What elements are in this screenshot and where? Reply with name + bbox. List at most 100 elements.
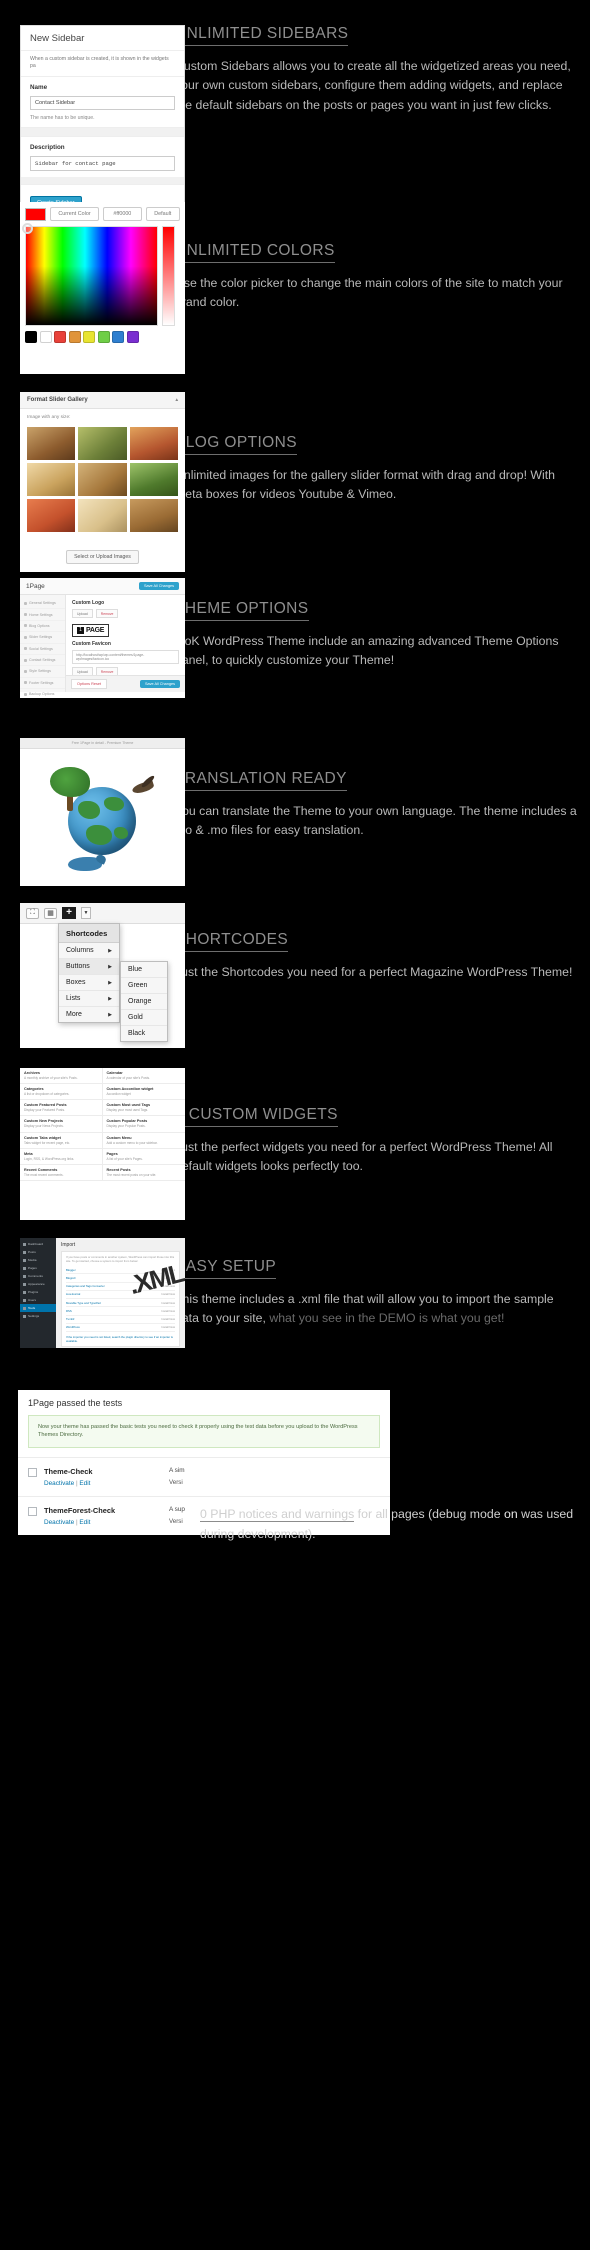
sidebar-item-blog-options[interactable]: Blog Options (20, 621, 65, 633)
hue-slider[interactable] (162, 226, 175, 326)
submenu-item-blue[interactable]: Blue (121, 962, 167, 978)
wp-sidebar-item-pages[interactable]: Pages (20, 1264, 56, 1272)
widget-cell[interactable]: Recent Posts The most recent posts on you… (102, 1165, 185, 1182)
import-source-name[interactable]: LiveJournal (66, 1292, 80, 1296)
import-row[interactable]: WordPress Install Now (66, 1324, 175, 1332)
gallery-thumb[interactable] (27, 498, 76, 532)
import-row[interactable]: Movable Type and TypePad Install Now (66, 1299, 175, 1308)
save-all-changes-button[interactable]: Save All Changes (140, 680, 180, 688)
widget-cell[interactable]: Archives A monthly archive of your site's… (20, 1068, 103, 1085)
menu-item-boxes[interactable]: Boxes ▶ (59, 975, 119, 991)
widget-cell[interactable]: Calendar A calendar of your site's Posts. (102, 1068, 185, 1085)
wp-sidebar-item-comments[interactable]: Comments (20, 1272, 56, 1280)
swatch-blue[interactable] (112, 331, 124, 343)
submenu-item-orange[interactable]: Orange (121, 994, 167, 1010)
widget-cell[interactable]: Custom Tabs widget Tabs widget for recent… (20, 1132, 103, 1149)
color-cursor-ring[interactable] (22, 223, 33, 234)
current-color-swatch[interactable] (25, 207, 46, 221)
import-source-name[interactable]: Movable Type and TypePad (66, 1301, 101, 1305)
widget-cell[interactable]: Custom Most used Tags Display your most u… (102, 1100, 185, 1117)
import-source-name[interactable]: Tumblr (66, 1317, 75, 1321)
gallery-thumb[interactable] (129, 498, 178, 532)
plugin-checkbox[interactable] (28, 1506, 37, 1516)
gallery-thumb[interactable] (129, 426, 178, 460)
edit-link[interactable]: Edit (79, 1480, 90, 1487)
wp-sidebar-item-settings[interactable]: Settings (20, 1312, 56, 1320)
import-source-name[interactable]: Blogroll (66, 1276, 75, 1280)
import-source-name[interactable]: Categories and Tags Converter (66, 1284, 105, 1288)
import-source-name[interactable]: RSS (66, 1309, 72, 1313)
widget-cell[interactable]: Meta Login, RSS, & WordPress.org links. (20, 1148, 103, 1165)
sidebar-item-home-settings[interactable]: Home Settings (20, 609, 65, 621)
gallery-thumb[interactable] (129, 462, 178, 496)
wp-sidebar-item-tools[interactable]: Tools (20, 1304, 56, 1312)
default-color-button[interactable]: Default (145, 207, 180, 221)
wp-sidebar-item-posts[interactable]: Posts (20, 1248, 56, 1256)
wp-sidebar-item-plugins[interactable]: Plugins (20, 1288, 56, 1296)
gallery-thumb[interactable] (27, 462, 76, 496)
swatch-green[interactable] (97, 331, 110, 343)
hex-value-field[interactable]: #ff0000 (103, 207, 142, 221)
menu-item-buttons[interactable]: Buttons ▶ (59, 959, 119, 975)
fullscreen-icon[interactable]: ⛶ (26, 907, 39, 919)
menu-item-lists[interactable]: Lists ▶ (59, 991, 119, 1007)
add-shortcode-icon[interactable]: + (62, 907, 76, 919)
widget-cell[interactable]: Custom Featured Posts Display your Featur… (20, 1100, 103, 1117)
submenu-item-gold[interactable]: Gold (121, 1010, 167, 1026)
wp-sidebar-item-media[interactable]: Media (20, 1256, 56, 1264)
color-saturation-canvas[interactable] (22, 223, 158, 326)
name-input[interactable]: Contact Sidebar (30, 95, 175, 110)
widget-cell[interactable]: Custom Accordion widget Accordion widget (102, 1084, 185, 1101)
remove-logo-button[interactable]: Remove (95, 609, 119, 618)
swatch-white[interactable] (39, 331, 52, 343)
favicon-url-input[interactable]: http://localhost/wp/wp-content/themes/1p… (72, 650, 179, 664)
wp-sidebar-item-users[interactable]: Users (20, 1296, 56, 1304)
import-row[interactable]: RSS Install Now (66, 1307, 175, 1316)
deactivate-link[interactable]: Deactivate (44, 1519, 74, 1526)
options-reset-button[interactable]: Options Reset (71, 679, 108, 689)
save-all-changes-button-top[interactable]: Save All Changes (139, 582, 179, 590)
menu-item-more[interactable]: More ▶ (59, 1007, 119, 1022)
plugin-checkbox[interactable] (28, 1467, 37, 1477)
upload-logo-button[interactable]: Upload (72, 609, 93, 618)
gallery-thumb[interactable] (78, 462, 127, 496)
keyboard-icon[interactable]: ▦ (44, 907, 57, 919)
submenu-item-black[interactable]: Black (121, 1026, 167, 1041)
select-upload-images-button[interactable]: Select or Upload Images (66, 549, 139, 564)
import-row[interactable]: Tumblr Install Now (66, 1316, 175, 1324)
chevron-down-icon[interactable]: ▼ (81, 907, 91, 919)
menu-item-columns[interactable]: Columns ▶ (59, 943, 119, 959)
swatch-yellow[interactable] (83, 331, 95, 343)
edit-link[interactable]: Edit (79, 1519, 90, 1526)
gallery-thumb[interactable] (27, 426, 76, 460)
import-source-name[interactable]: Blogger (66, 1268, 76, 1272)
sidebar-item-footer-settings[interactable]: Footer Settings (20, 678, 65, 689)
widget-cell[interactable]: Custom New Projects Display your News Pro… (20, 1116, 103, 1133)
wp-sidebar-item-appearance[interactable]: Appearance (20, 1280, 56, 1288)
sidebar-item-slider-settings[interactable]: Slider Settings (20, 632, 65, 644)
submenu-item-green[interactable]: Green (121, 978, 167, 994)
widget-cell[interactable]: Custom Popular Posts Display your Popular… (102, 1116, 185, 1133)
swatch-red[interactable] (54, 331, 66, 343)
swatch-orange[interactable] (68, 331, 81, 343)
menu-item-label: Lists (66, 995, 81, 1002)
chevron-up-icon[interactable]: ▴ (175, 397, 178, 403)
swatch-purple[interactable] (126, 331, 139, 343)
import-source-name[interactable]: WordPress (66, 1325, 80, 1329)
gallery-thumb[interactable] (78, 498, 127, 532)
widget-cell[interactable]: Recent Comments The most recent comments. (20, 1164, 103, 1182)
wp-sidebar-item-dashboard[interactable]: Dashboard (20, 1240, 56, 1248)
sidebar-item-backup-options[interactable]: Backup Options (20, 689, 65, 698)
swatch-black[interactable] (25, 331, 37, 343)
gallery-thumb[interactable] (78, 426, 127, 460)
widget-cell[interactable]: Categories A list or dropdown of categori… (20, 1084, 103, 1101)
widget-cell[interactable]: Pages A list of your site's Pages. (102, 1149, 185, 1165)
deactivate-link[interactable]: Deactivate (44, 1480, 74, 1487)
sidebar-item-style-settings[interactable]: Style Settings (20, 666, 65, 678)
widget-cell[interactable]: Custom Menu Add a custom menu to your sid… (102, 1133, 185, 1149)
sidebar-item-social-settings[interactable]: Social Settings (20, 644, 65, 655)
sidebar-item-general-settings[interactable]: General Settings (20, 598, 65, 610)
description-input[interactable]: Sidebar for contact page (30, 155, 175, 171)
import-more-link[interactable]: If the importer you need is not listed, … (66, 1335, 175, 1343)
sidebar-item-contact-settings[interactable]: Contact Settings (20, 655, 65, 667)
